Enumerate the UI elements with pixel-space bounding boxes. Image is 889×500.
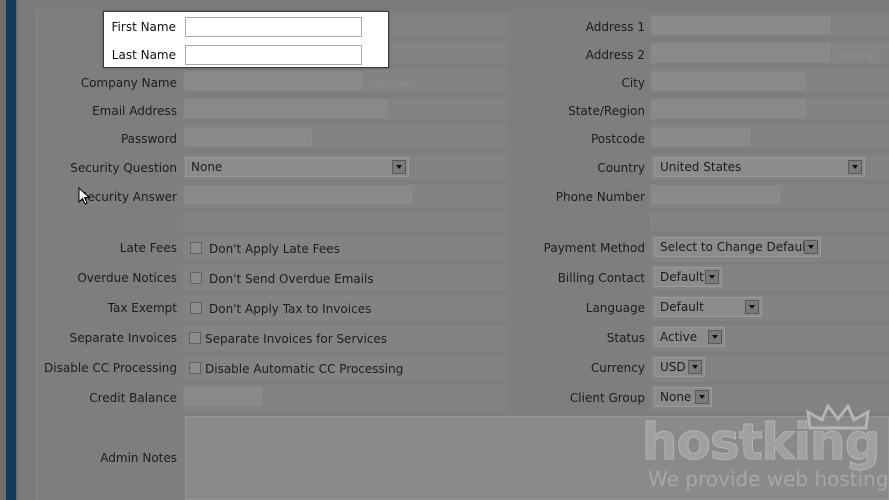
credit-balance-label: Credit Balance	[89, 391, 177, 405]
overdue-notices-label: Overdue Notices	[77, 271, 177, 285]
postcode-input[interactable]	[652, 128, 750, 146]
mouse-cursor-icon	[78, 187, 90, 205]
row-cell	[650, 211, 889, 231]
last-name-label: Last Name	[111, 48, 176, 62]
late-fees-label: Late Fees	[119, 241, 177, 255]
client-group-value: None	[660, 390, 692, 404]
status-select[interactable]: Active	[654, 327, 725, 347]
hostking-watermark: hostking We provide web hosting	[640, 404, 889, 500]
status-label: Status	[606, 331, 645, 345]
password-label: Password	[120, 132, 177, 146]
chevron-down-icon	[392, 160, 406, 174]
security-answer-label: Security Answer	[79, 190, 177, 204]
name-fields-highlight: First Name Last Name	[103, 11, 389, 68]
payment-method-select[interactable]: Select to Change Default	[654, 237, 821, 257]
language-select[interactable]: Default	[654, 297, 762, 317]
last-name-input[interactable]	[185, 45, 362, 65]
disable-cc-text: Disable Automatic CC Processing	[205, 362, 404, 376]
left-border-stripe	[6, 0, 16, 500]
security-question-value: None	[191, 160, 223, 174]
disable-cc-label: Disable CC Processing	[44, 361, 177, 375]
address1-label: Address 1	[585, 20, 645, 34]
billing-contact-label: Billing Contact	[557, 271, 645, 285]
chevron-down-icon	[848, 160, 862, 174]
email-address-input[interactable]	[185, 100, 387, 118]
billing-contact-select[interactable]: Default	[654, 267, 722, 287]
password-input[interactable]	[185, 128, 312, 146]
email-address-label: Email Address	[92, 104, 177, 118]
phone-number-label: Phone Number	[555, 190, 645, 204]
company-optional-hint: (Optional)	[367, 79, 413, 89]
city-input[interactable]	[652, 72, 805, 90]
currency-label: Currency	[590, 361, 645, 375]
client-group-label: Client Group	[569, 391, 645, 405]
currency-value: USD	[660, 360, 686, 374]
currency-select[interactable]: USD	[654, 357, 705, 377]
status-value: Active	[660, 330, 698, 344]
address1-input[interactable]	[652, 16, 830, 34]
chevron-down-icon	[695, 390, 709, 404]
chevron-down-icon	[804, 240, 818, 254]
tax-exempt-text: Don't Apply Tax to Invoices	[209, 302, 372, 316]
phone-number-input[interactable]	[652, 186, 780, 204]
address2-label: Address 2	[585, 48, 645, 62]
country-label: Country	[597, 161, 645, 175]
company-name-label: Company Name	[80, 76, 177, 90]
language-label: Language	[585, 301, 645, 315]
row-cell	[183, 211, 507, 231]
hostking-brand-text: hostking	[641, 413, 880, 471]
security-question-label: Security Question	[70, 161, 177, 175]
late-fees-text: Don't Apply Late Fees	[209, 242, 340, 256]
tax-exempt-checkbox[interactable]	[190, 302, 202, 314]
address2-optional-hint: (Optional)	[834, 51, 880, 61]
overdue-notices-text: Don't Send Overdue Emails	[209, 272, 374, 286]
first-name-label: First Name	[111, 20, 176, 34]
country-value: United States	[660, 160, 742, 174]
state-region-label: State/Region	[568, 104, 645, 118]
language-value: Default	[660, 300, 704, 314]
billing-contact-value: Default	[660, 270, 704, 284]
hostking-tagline: We provide web hosting	[648, 467, 889, 491]
chevron-down-icon	[708, 330, 722, 344]
company-name-input[interactable]	[185, 72, 362, 90]
separate-invoices-text: Separate Invoices for Services	[205, 332, 388, 346]
disable-cc-checkbox[interactable]	[189, 362, 201, 374]
overdue-notices-checkbox[interactable]	[190, 272, 202, 284]
left-border	[0, 0, 18, 500]
payment-method-value: Select to Change Default	[660, 240, 811, 254]
credit-balance-input[interactable]	[185, 387, 262, 405]
payment-method-label: Payment Method	[543, 241, 645, 255]
postcode-label: Postcode	[590, 132, 645, 146]
admin-notes-label: Admin Notes	[100, 451, 177, 465]
state-region-input[interactable]	[652, 100, 805, 118]
chevron-down-icon	[688, 360, 702, 374]
security-question-select[interactable]: None	[185, 157, 409, 177]
separate-invoices-label: Separate Invoices	[69, 331, 177, 345]
security-answer-input[interactable]	[185, 186, 412, 204]
country-select[interactable]: United States	[654, 157, 865, 177]
chevron-down-icon	[705, 270, 719, 284]
chevron-down-icon	[745, 300, 759, 314]
city-label: City	[621, 76, 645, 90]
late-fees-checkbox[interactable]	[190, 242, 202, 254]
address2-input[interactable]	[652, 44, 830, 62]
first-name-input[interactable]	[185, 17, 362, 37]
separate-invoices-checkbox[interactable]	[189, 332, 201, 344]
tax-exempt-label: Tax Exempt	[107, 301, 177, 315]
